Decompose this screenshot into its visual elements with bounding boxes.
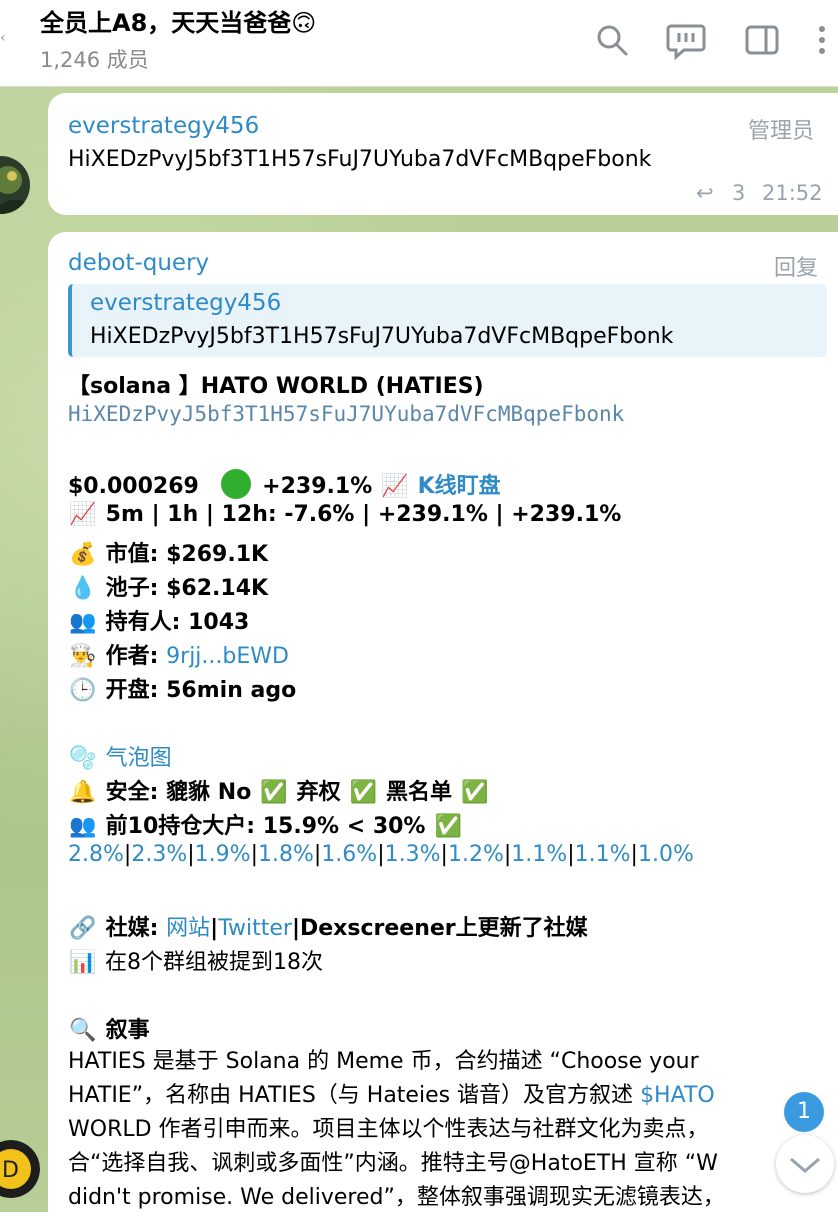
narrative-line: WORLD 作者引申而来。项目主体以个性表达与社群文化为卖点， — [68, 1117, 709, 1142]
people-icon: 👥 — [69, 814, 97, 839]
holders-line: 👥 持有人: 1043 — [68, 604, 249, 636]
narrative-heading: 🔍 叙事 — [68, 1012, 150, 1044]
chat-title[interactable]: 全员上A8，天天当爸爸🙃 — [40, 3, 316, 38]
bubbles-icon: 🫧 — [69, 746, 97, 771]
price: $0.000269 — [68, 474, 199, 499]
token-name: 【solana 】HATO WORLD (HATIES) — [68, 374, 484, 399]
author-label: 作者: — [105, 644, 159, 669]
check-icon: ✅ — [434, 814, 462, 839]
reply-count[interactable]: 3 — [732, 181, 745, 205]
pool-line: 💧 池子: $62.14K — [68, 570, 268, 602]
more-icon[interactable] — [810, 20, 834, 60]
narrative-title: 叙事 — [105, 1018, 150, 1043]
top10-line: 👥 前10持仓大户: 15.9% < 30% ✅ — [68, 808, 463, 840]
money-bag-icon: 💰 — [69, 542, 97, 567]
bell-icon: 🔔 — [69, 780, 97, 805]
narrative-line: HATIE”，名称由 HATIES（与 Hateies 谐音）及官方叙述 $HA… — [68, 1079, 828, 1113]
holding-link[interactable]: 1.1% — [511, 842, 567, 867]
chart-up-icon: 📈 — [69, 502, 97, 527]
scroll-down-button[interactable] — [776, 1135, 834, 1193]
message-bubble[interactable]: debot-query 回复 everstrategy456 HiXEDzPvy… — [48, 232, 838, 1212]
member-count: 1,246 成员 — [40, 48, 149, 72]
sender-name[interactable]: debot-query — [68, 250, 209, 276]
period-changes: 5m | 1h | 12h: -7.6% | +239.1% | +239.1% — [105, 502, 622, 527]
social-note: |Dexscreener上更新了社媒 — [291, 916, 588, 941]
bubble-map-link[interactable]: 气泡图 — [106, 746, 172, 771]
clock-icon: 🕒 — [69, 678, 97, 703]
reply-icon[interactable]: ↩ — [696, 181, 714, 205]
green-circle-icon — [220, 469, 251, 499]
price-line: $0.000269 +239.1% 📈 K线盯盘 — [68, 468, 501, 500]
market-cap: 市值: $269.1K — [105, 542, 269, 567]
bubble-line: 🫧 气泡图 — [68, 740, 172, 772]
open-time: 开盘: 56min ago — [105, 678, 297, 703]
quote-sender: everstrategy456 — [90, 290, 282, 316]
message-bubble[interactable]: everstrategy456 管理员 HiXEDzPvyJ5bf3T1H57s… — [48, 93, 838, 215]
narrative-text-span: HATIE”，名称由 HATIES（与 Hateies 谐音）及官方叙述 — [68, 1083, 641, 1108]
unread-badge[interactable]: 1 — [784, 1092, 824, 1132]
author-link[interactable]: 9rjj...bEWD — [166, 644, 289, 669]
people-icon: 👥 — [69, 610, 97, 635]
holders: 持有人: 1043 — [105, 610, 250, 635]
bar-chart-icon: 📊 — [69, 950, 97, 975]
quoted-message[interactable]: everstrategy456 HiXEDzPvyJ5bf3T1H57sFuJ7… — [68, 284, 827, 357]
twitter-link[interactable]: Twitter — [218, 916, 292, 941]
security-honeypot: 安全: 貔貅 No — [105, 780, 252, 805]
search-icon[interactable] — [592, 20, 632, 60]
message-time: 21:52 — [762, 181, 823, 205]
check-icon: ✅ — [260, 780, 288, 805]
message-text: HiXEDzPvyJ5bf3T1H57sFuJ7UYuba7dVFcMBqpeF… — [68, 147, 652, 172]
chevron-down-icon — [790, 1157, 820, 1173]
comment-icon[interactable] — [666, 20, 706, 61]
period-line: 📈 5m | 1h | 12h: -7.6% | +239.1% | +239.… — [68, 502, 621, 527]
holding-link[interactable]: 1.9% — [195, 842, 251, 867]
holdings-line: 2.8%|2.3%|1.9%|1.8%|1.6%|1.3%|1.2%|1.1%|… — [68, 842, 694, 867]
holding-link[interactable]: 2.8% — [68, 842, 124, 867]
mentions: 在8个群组被提到18次 — [105, 950, 323, 975]
pool: 池子: $62.14K — [105, 576, 269, 601]
token-address[interactable]: HiXEDzPvyJ5bf3T1H57sFuJ7UYuba7dVFcMBqpeF… — [68, 402, 624, 426]
holding-link[interactable]: 2.3% — [131, 842, 187, 867]
quote-text: HiXEDzPvyJ5bf3T1H57sFuJ7UYuba7dVFcMBqpeF… — [90, 324, 674, 349]
chat-header: ‹ 全员上A8，天天当爸爸🙃 1,246 成员 — [0, 0, 838, 87]
hashtag-link[interactable]: $HATO — [640, 1083, 715, 1108]
narrative-text: HATIES 是基于 Solana 的 Meme 币，合约描述 “Choose … — [68, 1045, 828, 1212]
chart-up-icon: 📈 — [381, 474, 409, 499]
link-icon: 🔗 — [69, 916, 97, 941]
svg-text:D: D — [2, 1158, 19, 1183]
mentions-line: 📊 在8个群组被提到18次 — [68, 944, 323, 976]
narrative-line: didn't promise. We delivered”，整体叙事强调现实无滤… — [68, 1185, 725, 1210]
check-icon: ✅ — [349, 780, 378, 805]
holding-link[interactable]: 1.2% — [448, 842, 504, 867]
reply-action[interactable]: 回复 — [774, 250, 818, 282]
social-line: 🔗 社媒: 网站|Twitter|Dexscreener上更新了社媒 — [69, 916, 588, 941]
holding-link[interactable]: 1.0% — [638, 842, 694, 867]
social-label: 社媒: — [105, 916, 159, 941]
check-icon: ✅ — [461, 780, 489, 805]
website-link[interactable]: 网站 — [166, 916, 210, 941]
magnifier-icon: 🔍 — [69, 1018, 97, 1043]
market-cap-line: 💰 市值: $269.1K — [68, 536, 268, 568]
sidebar-icon[interactable] — [742, 20, 782, 60]
narrative-line: HATIES 是基于 Solana 的 Meme 币，合约描述 “Choose … — [68, 1049, 699, 1074]
narrative-line: 合“选择自我、讽刺或多面性”内涵。推特主号@HatoETH 宣称 “W — [68, 1151, 718, 1176]
security-line: 🔔 安全: 貔貅 No ✅ 弃权 ✅ 黑名单 ✅ — [68, 774, 490, 806]
price-change: +239.1% — [262, 474, 373, 499]
author-line: 👨‍🍳 作者: 9rjj...bEWD — [68, 638, 289, 670]
sender-name[interactable]: everstrategy456 — [68, 113, 259, 139]
droplet-icon: 💧 — [69, 576, 97, 601]
security-blacklist: 黑名单 — [386, 780, 453, 805]
admin-badge: 管理员 — [748, 119, 815, 144]
holding-link[interactable]: 1.3% — [385, 842, 441, 867]
kline-link[interactable]: K线盯盘 — [418, 474, 501, 499]
top10-holders: 前10持仓大户: 15.9% < 30% — [105, 814, 426, 839]
back-arrow-icon[interactable]: ‹ — [0, 30, 10, 46]
holding-link[interactable]: 1.6% — [321, 842, 377, 867]
holding-link[interactable]: 1.8% — [258, 842, 314, 867]
holding-link[interactable]: 1.1% — [575, 842, 631, 867]
security-renounced: 弃权 — [296, 780, 341, 805]
open-line: 🕒 开盘: 56min ago — [68, 672, 296, 704]
cook-icon: 👨‍🍳 — [69, 644, 97, 669]
